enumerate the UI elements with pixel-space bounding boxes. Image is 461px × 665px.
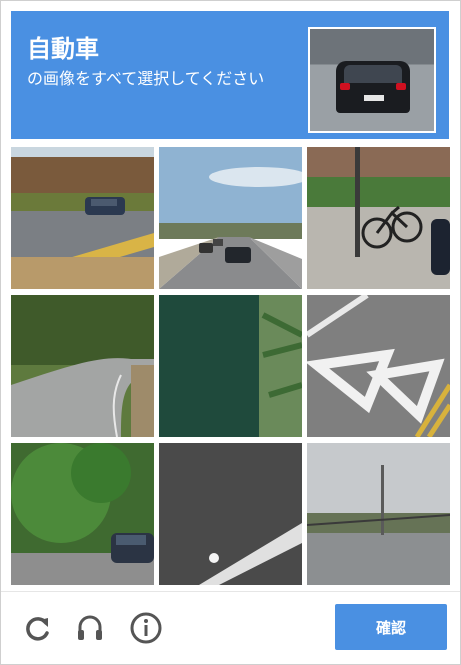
grid-tile-4[interactable]: [11, 295, 154, 437]
footer-divider: [1, 591, 460, 592]
verify-button[interactable]: 確認: [335, 604, 447, 650]
grid-tile-8[interactable]: [159, 443, 302, 585]
captcha-frame: 自動車 の画像をすべて選択してください 確認: [0, 0, 461, 665]
info-icon[interactable]: [129, 611, 163, 645]
sample-car-image: [308, 27, 436, 133]
challenge-instruction: の画像をすべて選択してください: [27, 69, 265, 88]
audio-icon[interactable]: [73, 611, 107, 645]
grid-tile-7[interactable]: [11, 443, 154, 585]
grid-tile-3[interactable]: [307, 147, 450, 289]
reload-icon[interactable]: [21, 611, 55, 645]
challenge-title: 自動車: [27, 35, 99, 63]
grid-tile-6[interactable]: [307, 295, 450, 437]
challenge-header: 自動車 の画像をすべて選択してください: [11, 11, 449, 139]
grid-tile-9[interactable]: [307, 443, 450, 585]
grid-tile-5[interactable]: [159, 295, 302, 437]
grid-tile-1[interactable]: [11, 147, 154, 289]
grid-tile-2[interactable]: [159, 147, 302, 289]
